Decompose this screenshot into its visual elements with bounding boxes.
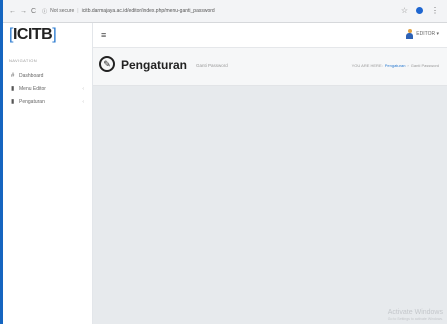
breadcrumb-separator: ›	[407, 63, 409, 68]
chevron-left-icon: ‹	[82, 85, 84, 92]
browser-actions: ☆ ⋮	[401, 6, 439, 15]
forward-icon[interactable]: →	[20, 8, 27, 15]
sidebar-item-label: Pengaturan	[19, 98, 45, 105]
sidebar-item-label: Menu Editor	[19, 85, 46, 92]
sidebar: [ ICITB ] NAVIGATION # Dashboard ▮ Menu …	[3, 23, 93, 324]
breadcrumb: YOU ARE HERE: Pengaturan › Ganti Passwor…	[352, 63, 439, 68]
document-icon: ▮	[11, 99, 15, 105]
top-header: ≡ EDITOR ▾	[93, 23, 447, 48]
logo-text: ICITB	[12, 26, 53, 43]
user-menu[interactable]: EDITOR ▾	[406, 29, 439, 39]
pencil-icon: ✎	[99, 56, 115, 72]
watermark-title: Activate Windows	[387, 309, 443, 316]
breadcrumb-current: Ganti Password	[410, 63, 439, 68]
sidebar-item-menu-editor[interactable]: ▮ Menu Editor ‹	[3, 82, 92, 95]
sidebar-item-label: Dashboard	[19, 72, 44, 79]
info-icon[interactable]: ⓘ	[42, 8, 47, 15]
bookmark-star-icon[interactable]: ☆	[401, 6, 408, 15]
breadcrumb-prefix: YOU ARE HERE:	[351, 63, 383, 68]
user-avatar-icon	[406, 29, 414, 39]
browser-menu-icon[interactable]: ⋮	[431, 6, 439, 15]
user-name: EDITOR ▾	[416, 31, 439, 37]
breadcrumb-link-pengaturan[interactable]: Pengaturan	[385, 63, 406, 68]
sidebar-item-dashboard[interactable]: # Dashboard	[3, 69, 92, 82]
back-icon[interactable]: ←	[9, 8, 16, 15]
reload-icon[interactable]: C	[31, 8, 36, 15]
browser-nav: ← → C	[9, 8, 36, 15]
app-logo[interactable]: [ ICITB ]	[3, 23, 92, 47]
document-icon: ▮	[11, 86, 15, 92]
main-content: Activate Windows Go to Settings to activ…	[93, 86, 447, 324]
extension-icon[interactable]	[416, 7, 423, 14]
dashboard-icon: #	[11, 72, 15, 79]
address-bar[interactable]: ⓘ Not secure | icitb.darmajaya.ac.id/edi…	[42, 8, 215, 15]
logo-bracket-right: ]	[52, 26, 57, 43]
url-text[interactable]: icitb.darmajaya.ac.id/editor/index.php/m…	[82, 8, 215, 14]
watermark-subtitle: Go to Settings to activate Windows.	[387, 317, 443, 321]
page-title: Pengaturan	[121, 58, 188, 72]
address-separator: |	[77, 8, 79, 14]
security-label: Not secure	[50, 8, 75, 14]
page-header: ✎ Pengaturan Ganti Password YOU ARE HERE…	[93, 48, 447, 86]
nav-header: NAVIGATION	[9, 58, 38, 63]
hamburger-menu-icon[interactable]: ≡	[101, 30, 106, 40]
activate-windows-watermark: Activate Windows Go to Settings to activ…	[388, 309, 443, 321]
page-subtitle: Ganti Password	[196, 63, 228, 68]
browser-toolbar: ← → C ⓘ Not secure | icitb.darmajaya.ac.…	[3, 0, 447, 23]
chevron-left-icon: ‹	[82, 98, 84, 105]
sidebar-item-pengaturan[interactable]: ▮ Pengaturan ‹	[3, 95, 92, 108]
